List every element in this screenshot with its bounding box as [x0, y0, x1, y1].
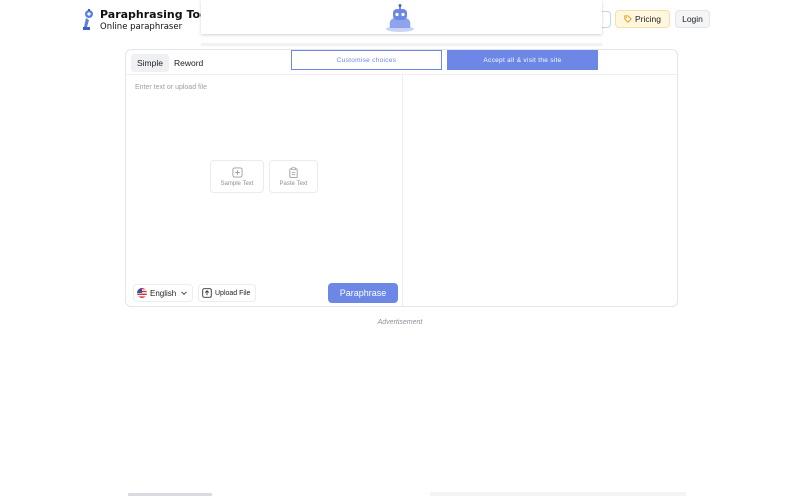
upload-icon — [202, 288, 212, 298]
robot-mascot-icon — [386, 4, 414, 32]
chevron-down-icon — [181, 291, 188, 296]
pane-divider — [402, 74, 403, 307]
paste-text-label: Paste Text — [279, 180, 308, 187]
brand-title: Paraphrasing Tool — [100, 8, 212, 21]
brand-subtitle: Online paraphraser — [100, 22, 183, 32]
tab-reword[interactable]: Reword — [168, 54, 209, 72]
input-textarea[interactable]: Enter text or upload file — [135, 84, 207, 91]
login-button[interactable]: Login — [675, 10, 710, 28]
upload-label: Upload File — [215, 289, 251, 297]
clipboard-icon — [289, 166, 298, 178]
customise-choices-button[interactable]: Customise choices — [291, 50, 442, 70]
advertisement-label: Advertisement — [377, 319, 423, 326]
brand-logo[interactable]: Paraphrasing Tool Online paraphraser — [80, 8, 211, 33]
tab-simple[interactable]: Simple — [131, 54, 169, 72]
content-block-partial — [430, 492, 686, 496]
paraphraser-card: Simple Reword Enter text or upload file … — [125, 49, 679, 307]
pricing-label: Pricing — [635, 14, 661, 24]
language-select[interactable]: English — [133, 284, 194, 302]
plus-square-icon — [231, 166, 243, 178]
language-label: English — [150, 288, 177, 298]
customise-label: Customise choices — [336, 56, 397, 64]
paste-text-button[interactable]: Paste Text — [269, 160, 318, 193]
accept-all-button[interactable]: Accept all & visit the site — [447, 50, 598, 70]
sample-text-button[interactable]: Sample Text — [210, 160, 264, 193]
consent-divider — [201, 43, 602, 46]
tag-icon — [624, 15, 632, 23]
paraphrase-button[interactable]: Paraphrase — [328, 283, 398, 303]
upload-file-button[interactable]: Upload File — [198, 284, 257, 302]
pricing-button[interactable]: Pricing — [615, 10, 670, 28]
accept-label: Accept all & visit the site — [483, 56, 562, 64]
tab-simple-label: Simple — [137, 58, 163, 68]
paraphrase-label: Paraphrase — [339, 288, 387, 298]
us-flag-icon — [137, 288, 147, 298]
tab-reword-label: Reword — [174, 58, 204, 68]
sample-text-label: Sample Text — [220, 180, 254, 187]
login-label: Login — [682, 14, 703, 24]
robot-icon — [83, 9, 93, 30]
page: Paraphrasing Tool Online paraphraser Pri… — [0, 0, 800, 496]
